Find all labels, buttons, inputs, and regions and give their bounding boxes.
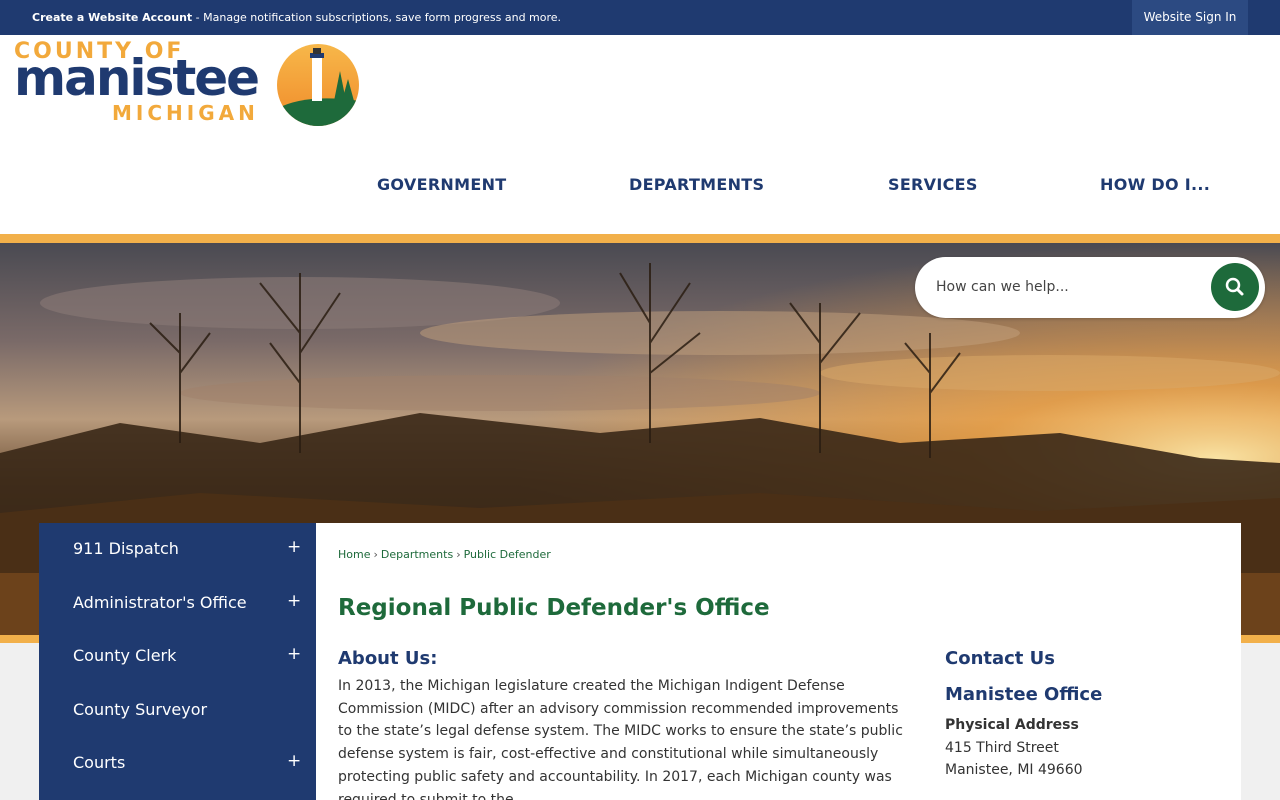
sidebar-item-label: Administrator's Office (73, 593, 247, 612)
breadcrumb-separator: › (456, 548, 461, 561)
sidebar-item-label: County Clerk (73, 646, 177, 665)
nav-government[interactable]: GOVERNMENT (377, 175, 506, 194)
breadcrumb-separator: › (373, 548, 378, 561)
about-heading: About Us: (338, 648, 438, 669)
search-icon (1225, 277, 1244, 296)
expand-plus-icon[interactable]: + (287, 537, 301, 557)
create-account-description: - Manage notification subscriptions, sav… (192, 11, 562, 24)
sidebar-item-courts[interactable]: Courts + (39, 737, 316, 790)
main-content: Home › Departments › Public Defender Regiona… (316, 523, 1241, 800)
top-notification-bar: Create a Website Account - Manage notifi… (0, 0, 1280, 35)
nav-how-do-i[interactable]: HOW DO I... (1100, 175, 1210, 194)
create-account-message[interactable]: Create a Website Account - Manage notifi… (32, 0, 561, 35)
sidebar-item-administrators-office[interactable]: Administrator's Office + (39, 577, 316, 630)
logo-michigan: MICHIGAN (112, 101, 259, 125)
about-paragraph: In 2013, the Michigan legislature create… (338, 678, 903, 800)
office-name: Manistee Office (945, 684, 1103, 705)
county-logo[interactable]: COUNTY OF manistee MICHIGAN (14, 39, 364, 131)
address-label: Physical Address (945, 717, 1079, 733)
nav-services[interactable]: SERVICES (888, 175, 978, 194)
sidebar-item-label: 911 Dispatch (73, 539, 179, 558)
breadcrumb-home[interactable]: Home (338, 548, 370, 561)
sidebar-item-county-surveyor[interactable]: County Surveyor (39, 684, 316, 737)
header-accent-line (0, 234, 1280, 243)
search-input[interactable] (936, 275, 1196, 299)
sidebar-item-911-dispatch[interactable]: 911 Dispatch + (39, 523, 316, 576)
create-account-link[interactable]: Create a Website Account (32, 11, 192, 24)
page-title: Regional Public Defender's Office (338, 595, 770, 621)
address-line-1: 415 Third Street (945, 740, 1059, 756)
nav-departments[interactable]: DEPARTMENTS (629, 175, 764, 194)
address-line-2: Manistee, MI 49660 (945, 762, 1083, 778)
search-button[interactable] (1211, 263, 1259, 311)
expand-plus-icon[interactable]: + (287, 644, 301, 664)
expand-plus-icon[interactable]: + (287, 591, 301, 611)
sidebar-item-label: Courts (73, 753, 126, 772)
expand-plus-icon[interactable]: + (287, 751, 301, 771)
contact-heading: Contact Us (945, 648, 1056, 669)
department-sidebar: 911 Dispatch + Administrator's Office + … (39, 523, 316, 800)
site-search (915, 257, 1265, 318)
lighthouse-icon (277, 44, 359, 126)
breadcrumb-departments[interactable]: Departments (381, 548, 453, 561)
site-header: COUNTY OF manistee MICHIGAN GOVERNMENT D… (0, 35, 1280, 234)
breadcrumb: Home › Departments › Public Defender (338, 548, 551, 561)
logo-manistee: manistee (14, 49, 260, 107)
breadcrumb-public-defender[interactable]: Public Defender (464, 548, 551, 561)
sidebar-item-label: County Surveyor (73, 700, 208, 719)
sidebar-item-county-clerk[interactable]: County Clerk + (39, 630, 316, 683)
website-sign-in-button[interactable]: Website Sign In (1132, 0, 1248, 35)
